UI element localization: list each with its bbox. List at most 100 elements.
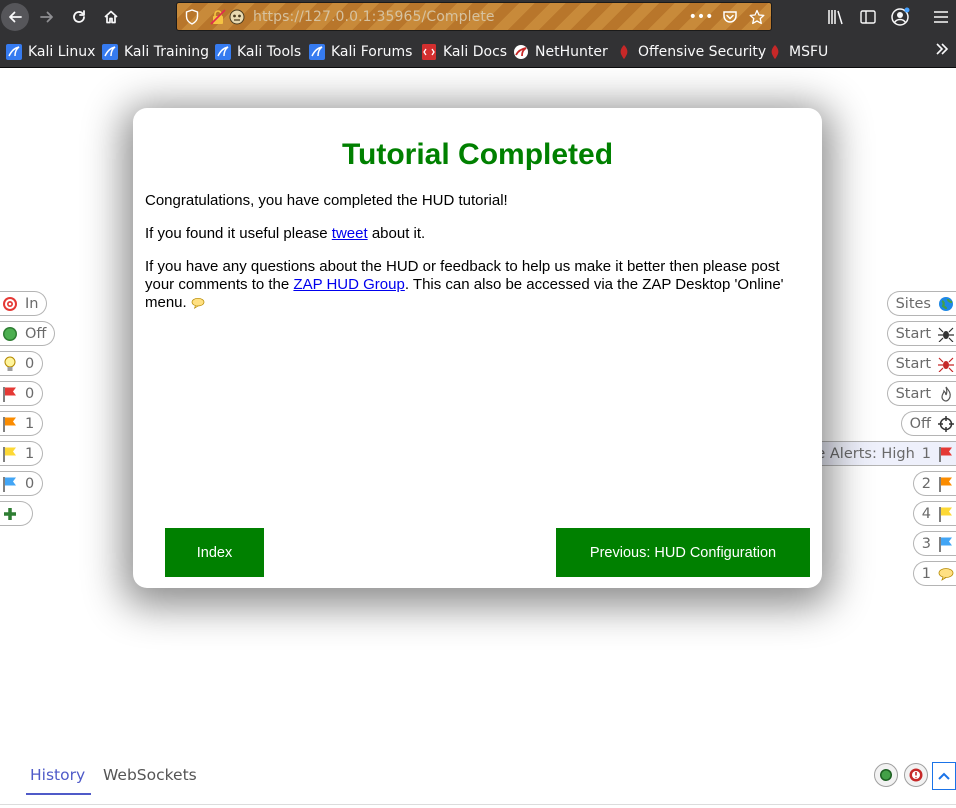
zap-hud-group-link[interactable]: ZAP HUD Group [293, 276, 404, 293]
sidebar-icon[interactable] [856, 5, 880, 29]
hud-active-scan-button[interactable]: Start [886, 381, 956, 406]
chevron-double-right-icon[interactable] [934, 41, 950, 62]
active-tab-indicator [26, 793, 91, 795]
bookmark-kali-linux[interactable]: Kali Linux [6, 42, 95, 62]
hud-site-alerts-info-button[interactable]: 3 [912, 531, 956, 556]
hud-site-alerts-low-button[interactable]: 4 [912, 501, 956, 526]
url-bar[interactable]: https://127.0.0.1:35965/Complete ••• [176, 2, 772, 31]
hud-alerts-info-button[interactable]: 0 [0, 351, 44, 376]
home-button[interactable] [97, 3, 125, 31]
crosshair-icon [938, 415, 954, 432]
account-icon[interactable] [888, 5, 912, 29]
orange-flag-icon [2, 416, 18, 432]
bookmark-nethunter[interactable]: NetHunter [513, 42, 608, 62]
modal-body: Congratulations, you have completed the … [145, 192, 795, 327]
hud-alerts-low-button[interactable]: 1 [0, 441, 44, 466]
browser-toolbar: https://127.0.0.1:35965/Complete ••• [0, 0, 956, 34]
comment-icon [191, 297, 205, 309]
bookmark-kali-forums[interactable]: Kali Forums [309, 42, 412, 62]
bookmark-label: Kali Forums [331, 44, 413, 60]
kali-dragon-icon [102, 44, 118, 60]
hud-right-label: Start [895, 385, 931, 402]
hud-add-tool-button[interactable] [0, 501, 33, 526]
bookmark-kali-training[interactable]: Kali Training [102, 42, 209, 62]
tweet-text-after: about it. [367, 225, 426, 242]
hud-left-label: Off [25, 325, 47, 342]
blue-flag-icon [2, 476, 18, 492]
menu-icon[interactable] [929, 5, 953, 29]
bookmark-label: MSFU [789, 44, 829, 60]
page-actions-icon[interactable]: ••• [689, 8, 714, 26]
green-dot-icon [2, 326, 18, 342]
tweet-paragraph: If you found it useful please tweet abou… [145, 225, 795, 243]
hud-right-label: 2 [921, 475, 931, 492]
gear-alert-icon [909, 768, 923, 782]
tutorial-modal: Tutorial Completed Congratulations, you … [133, 108, 822, 588]
bookmark-msfu[interactable]: MSFU [767, 42, 828, 62]
recording-status-button[interactable] [874, 763, 898, 787]
tweet-link[interactable]: tweet [332, 225, 368, 242]
target-icon [2, 296, 18, 312]
hud-spider-button[interactable]: Start [886, 321, 956, 346]
tab-websockets[interactable]: WebSockets [103, 766, 197, 784]
previous-button[interactable]: Previous: HUD Configuration [556, 528, 810, 577]
hud-left-label: 0 [25, 475, 35, 492]
ajax-spider-icon [938, 356, 954, 372]
yellow-flag-icon [938, 506, 954, 522]
kali-dragon-icon [215, 44, 231, 60]
library-icon[interactable] [824, 5, 848, 29]
comment-icon [938, 566, 954, 582]
page-title: Tutorial Completed [341, 138, 614, 171]
bookmark-label: NetHunter [535, 44, 608, 60]
hud-alerts-medium-button[interactable]: 1 [0, 411, 44, 436]
arrow-left-icon [9, 11, 22, 23]
hud-left-label: 0 [25, 355, 35, 372]
hud-alerts-high-button[interactable]: 0 [0, 381, 44, 406]
hud-right-label: Start [895, 355, 931, 372]
url-text[interactable]: https://127.0.0.1:35965/Complete [253, 9, 495, 25]
pocket-icon[interactable] [720, 8, 740, 26]
hud-scope-button[interactable]: In [0, 291, 48, 316]
zap-monkey-icon[interactable] [228, 8, 246, 26]
tab-history[interactable]: History [30, 766, 85, 784]
bookmark-kali-tools[interactable]: Kali Tools [215, 42, 301, 62]
break-settings-button[interactable] [904, 763, 928, 787]
kali-docs-icon [421, 44, 437, 60]
offsec-icon [767, 44, 783, 60]
index-button[interactable]: Index [165, 528, 264, 577]
hud-attack-mode-button[interactable]: Off [900, 411, 956, 436]
kali-dragon-icon [309, 44, 325, 60]
hud-alerts-informational-button[interactable]: 0 [0, 471, 44, 496]
back-button[interactable] [1, 3, 29, 31]
reload-button[interactable] [65, 3, 93, 31]
hud-comments-button[interactable]: 1 [912, 561, 956, 586]
home-icon [104, 10, 118, 24]
globe-icon [938, 296, 954, 312]
insecure-lock-icon[interactable] [209, 8, 227, 26]
bookmark-star-icon[interactable] [747, 8, 767, 26]
hud-left-label: 1 [25, 415, 35, 432]
bookmark-offensive-security[interactable]: Offensive Security [616, 42, 766, 62]
congratulations-text: Congratulations, you have completed the … [145, 192, 508, 209]
hud-site-alerts-medium-button[interactable]: 2 [912, 471, 956, 496]
chevron-up-icon [938, 772, 950, 780]
bookmark-kali-docs[interactable]: Kali Docs [421, 42, 507, 62]
hud-left-label: 1 [25, 445, 35, 462]
hud-left-label: 0 [25, 385, 35, 402]
bookmark-label: Kali Tools [237, 44, 302, 60]
bookmarks-toolbar: Kali Linux Kali Training Kali Tools Kali… [0, 34, 956, 68]
plus-icon [2, 506, 18, 522]
hud-break-button[interactable]: Off [0, 321, 56, 346]
forward-button[interactable] [33, 3, 61, 31]
hud-right-label: Off [909, 415, 931, 432]
hud-right-label: Sites [895, 295, 931, 312]
hud-ajax-spider-button[interactable]: Start [886, 351, 956, 376]
orange-flag-icon [938, 476, 954, 492]
hud-left-label: In [25, 295, 39, 312]
shield-icon[interactable] [183, 8, 201, 26]
hud-sites-button[interactable]: Sites [886, 291, 956, 316]
blue-flag-icon [938, 536, 954, 552]
kali-dragon-icon [6, 44, 22, 60]
bookmark-label: Offensive Security [638, 44, 767, 60]
expand-drawer-button[interactable] [932, 762, 956, 790]
